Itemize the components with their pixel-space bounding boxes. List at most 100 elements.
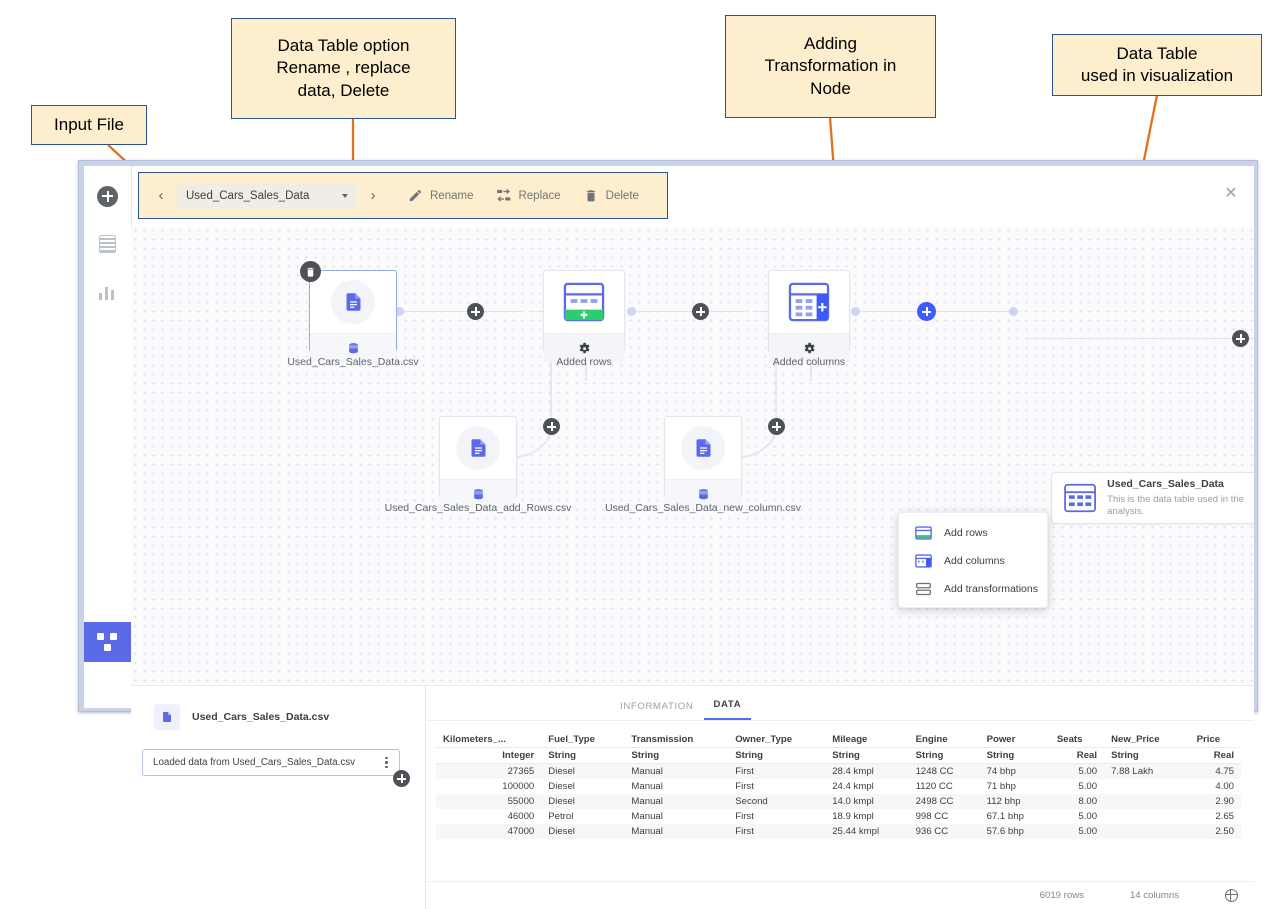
table-icon (1064, 483, 1096, 513)
table-cell: 71 bhp (986, 781, 1016, 792)
database-icon (348, 342, 358, 353)
table-cell: First (735, 766, 754, 777)
table-cell: Manual (631, 826, 663, 837)
application-window-inner: ‹ Used_Cars_Sales_Data › Rename Replace … (84, 166, 1254, 909)
add-rows-icon (915, 526, 932, 540)
replace-button[interactable]: Replace (495, 187, 561, 204)
table-column-header[interactable]: Fuel_Type (541, 732, 625, 748)
menu-item-label: Add transformations (944, 583, 1038, 595)
table-cell: 57.6 bhp (986, 826, 1024, 837)
table-column-type: String (1104, 747, 1190, 764)
rename-label: Rename (430, 189, 474, 202)
node-delete-badge[interactable] (300, 261, 321, 282)
table-column-header[interactable]: Mileage (825, 732, 909, 748)
table-cell: 4.00 (1215, 781, 1234, 792)
table-column-header[interactable]: Kilometers_... (436, 732, 542, 748)
add-step-button[interactable] (543, 418, 560, 435)
menu-item-label: Add rows (944, 527, 988, 539)
table-cell: 2.90 (1215, 796, 1234, 807)
globe-icon[interactable] (1224, 888, 1238, 902)
callout-adding-transformation: Adding Transformation in Node (725, 15, 936, 118)
table-cell: Diesel (548, 826, 575, 837)
table-cell: 100000 (502, 781, 535, 792)
table-cell: 25.44 kmpl (832, 826, 880, 837)
icon-bg (456, 426, 500, 470)
node-added-rows[interactable]: Added rows (543, 270, 625, 368)
table-column-type: Real (1049, 747, 1105, 764)
operation-item[interactable]: Loaded data from Used_Cars_Sales_Data.cs… (142, 749, 400, 776)
table-cell: 46000 (507, 811, 535, 822)
node-data-table[interactable]: Used_Cars_Sales_Data This is the data ta… (1051, 472, 1254, 524)
sidebar-item-add[interactable] (84, 174, 131, 218)
tab-data[interactable]: DATA (703, 699, 752, 720)
file-icon (696, 439, 710, 457)
callout-data-table-used: Data Table used in visualization (1052, 34, 1262, 96)
sidebar-item-pages[interactable] (84, 222, 131, 266)
table-cell: Second (735, 796, 768, 807)
table-cell: Manual (631, 766, 663, 777)
table-row[interactable]: 27365 Diesel Manual First 28.4 kmpl 1248 CC 74… (436, 763, 1241, 779)
node-label: Used_Cars_Sales_Data.csv (287, 356, 419, 368)
more-options-icon[interactable] (380, 754, 393, 772)
node-icon-area (544, 271, 624, 333)
table-cell: 74 bhp (986, 766, 1016, 777)
menu-item-add-columns[interactable]: Add columns (899, 547, 1047, 575)
table-column-header[interactable]: Transmission (624, 732, 729, 748)
node-new-column-csv[interactable]: Used_Cars_Sales_Data_new_column.csv (605, 416, 801, 514)
node-icon-area (440, 417, 516, 479)
table-row[interactable]: 46000 Petrol Manual First 18.9 kmpl 998 CC 67.… (436, 809, 1241, 824)
menu-item-label: Add columns (944, 555, 1005, 567)
callout-line-3: Node (810, 78, 851, 98)
add-operation-button[interactable] (393, 770, 410, 787)
table-column-header[interactable]: New_Price (1104, 732, 1190, 748)
row-count: 6019 rows (1039, 890, 1084, 901)
tab-information[interactable]: INFORMATION (610, 701, 704, 720)
table-column-type: String (979, 747, 1050, 764)
icon-bg (331, 280, 375, 324)
table-row[interactable]: 55000 Diesel Manual Second 14.0 kmpl 2498 CC 1… (436, 794, 1241, 809)
chevron-down-icon (342, 193, 348, 198)
gear-icon (804, 342, 815, 354)
node-icon-area (769, 271, 849, 333)
details-tabs: INFORMATION DATA (426, 686, 1254, 721)
prev-table-button[interactable]: ‹ (149, 184, 173, 208)
rename-button[interactable]: Rename (407, 187, 473, 204)
menu-item-add-transformations[interactable]: Add transformations (899, 575, 1047, 603)
table-row[interactable]: 100000 Diesel Manual First 24.4 kmpl 1120 CC 7… (436, 779, 1241, 794)
table-column-header[interactable]: Seats (1049, 732, 1105, 748)
table-cell: 67.1 bhp (986, 811, 1024, 822)
node-source-csv[interactable]: Used_Cars_Sales_Data.csv (287, 261, 419, 368)
sidebar-item-visualizations[interactable] (84, 270, 131, 314)
node-label: Used_Cars_Sales_Data_add_Rows.csv (384, 502, 572, 514)
table-column-header[interactable]: Owner_Type (728, 732, 826, 748)
delete-button[interactable]: Delete (583, 187, 639, 204)
operations-header: Used_Cars_Sales_Data.csv (131, 686, 425, 730)
table-cell: 2.50 (1215, 826, 1234, 837)
menu-item-add-rows[interactable]: Add rows (899, 519, 1047, 547)
table-column-header[interactable]: Price (1189, 732, 1241, 748)
node-icon-area (665, 417, 741, 479)
node-add-rows-csv[interactable]: Used_Cars_Sales_Data_add_Rows.csv (385, 416, 571, 514)
file-icon (346, 293, 360, 311)
table-column-header[interactable]: Engine (908, 732, 980, 748)
table-cell: 998 CC (915, 811, 949, 822)
node-added-columns[interactable]: Added columns (768, 270, 850, 368)
add-step-button[interactable] (768, 418, 785, 435)
close-button[interactable]: ✕ (1218, 180, 1244, 206)
table-column-header[interactable]: Power (979, 732, 1050, 748)
node-label: Added rows (556, 356, 612, 368)
table-row[interactable]: 47000 Diesel Manual First 25.44 kmpl 936 CC 57… (436, 824, 1241, 839)
table-select[interactable]: Used_Cars_Sales_Data (177, 182, 357, 209)
pages-icon (99, 235, 116, 253)
operations-panel: Used_Cars_Sales_Data.csv Loaded data fro… (131, 686, 426, 909)
table-type-row: Integer String String String String String Str… (436, 747, 1241, 764)
data-table-text: Used_Cars_Sales_Data This is the data ta… (1107, 478, 1254, 518)
table-column-type: String (908, 747, 980, 764)
node-label: Used_Cars_Sales_Data_new_column.csv (604, 502, 802, 514)
next-table-button[interactable]: › (361, 184, 385, 208)
table-cell: 8.00 (1078, 796, 1098, 807)
table-cell: 18.9 kmpl (832, 811, 874, 822)
sidebar-item-data-canvas[interactable] (84, 622, 131, 662)
table-cell: Diesel (548, 766, 575, 777)
file-icon (154, 704, 180, 730)
